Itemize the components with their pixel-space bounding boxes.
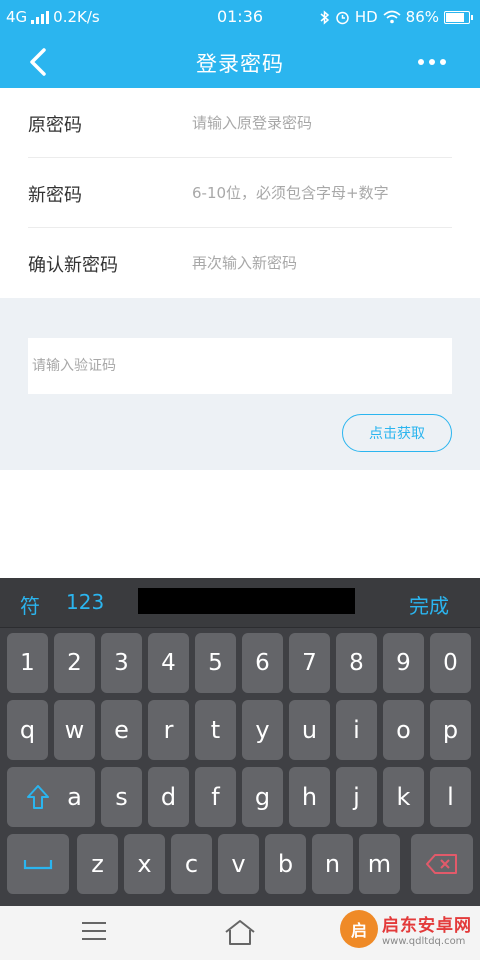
key-2[interactable]: 2	[54, 633, 95, 693]
key-j[interactable]: j	[336, 767, 377, 827]
watermark-text: 启东安卓网 www.qdltdq.com	[382, 911, 472, 947]
backspace-key[interactable]	[411, 834, 473, 894]
key-v[interactable]: v	[218, 834, 259, 894]
key-6[interactable]: 6	[242, 633, 283, 693]
keyboard-toolbar: 符 123 完成	[0, 578, 480, 628]
key-l[interactable]: l	[430, 767, 471, 827]
page-title: 登录密码	[196, 52, 284, 76]
more-options-button[interactable]	[412, 50, 452, 74]
watermark-title: 启东安卓网	[382, 916, 472, 936]
soft-keyboard: 符 123 完成 1234567890qwertyuiopasdfghjklzx…	[0, 578, 480, 906]
key-p[interactable]: p	[430, 700, 471, 760]
key-g[interactable]: g	[242, 767, 283, 827]
home-button[interactable]	[222, 918, 258, 948]
key-b[interactable]: b	[265, 834, 306, 894]
key-k[interactable]: k	[383, 767, 424, 827]
key-u[interactable]: u	[289, 700, 330, 760]
old-password-input[interactable]	[192, 108, 452, 138]
new-password-row: 新密码	[28, 158, 452, 228]
home-icon	[225, 920, 255, 945]
get-code-button[interactable]: 点击获取	[342, 414, 452, 452]
more-dot-icon	[440, 59, 446, 65]
menu-button[interactable]	[82, 922, 106, 942]
numbers-button[interactable]: 123	[66, 590, 104, 614]
key-o[interactable]: o	[383, 700, 424, 760]
menu-line-icon	[82, 930, 106, 932]
verification-section: 点击获取	[0, 298, 480, 470]
key-1[interactable]: 1	[7, 633, 48, 693]
key-c[interactable]: c	[171, 834, 212, 894]
watermark: 启 启东安卓网 www.qdltdq.com	[340, 910, 472, 948]
password-form: 原密码 新密码 确认新密码	[0, 88, 480, 298]
key-4[interactable]: 4	[148, 633, 189, 693]
key-i[interactable]: i	[336, 700, 377, 760]
battery-fill	[446, 12, 464, 22]
done-button[interactable]: 完成	[409, 590, 449, 619]
bluetooth-icon	[320, 9, 329, 25]
navigation-bar: 启 启东安卓网 www.qdltdq.com	[0, 906, 480, 960]
key-3[interactable]: 3	[101, 633, 142, 693]
new-password-label: 新密码	[28, 185, 82, 206]
confirm-password-input[interactable]	[192, 248, 452, 278]
key-a[interactable]: a	[54, 767, 95, 827]
menu-line-icon	[82, 938, 106, 940]
watermark-logo: 启	[340, 910, 378, 948]
status-bar: 4G 0.2K/s 01:36 HD 86%	[0, 0, 480, 34]
new-password-input[interactable]	[192, 178, 452, 208]
key-e[interactable]: e	[101, 700, 142, 760]
old-password-label: 原密码	[28, 115, 82, 136]
network-speed: 0.2K/s	[53, 8, 100, 26]
alarm-icon	[336, 11, 349, 24]
wifi-icon	[383, 10, 401, 24]
old-password-row: 原密码	[28, 88, 452, 158]
more-dot-icon	[418, 59, 424, 65]
hd-badge: HD	[354, 8, 378, 26]
space-bar-icon	[23, 860, 53, 870]
app-header: 登录密码	[0, 34, 480, 88]
key-5[interactable]: 5	[195, 633, 236, 693]
key-9[interactable]: 9	[383, 633, 424, 693]
battery-icon	[444, 10, 473, 24]
key-8[interactable]: 8	[336, 633, 377, 693]
key-m[interactable]: m	[359, 834, 400, 894]
verification-code-input[interactable]	[28, 338, 452, 394]
confirm-password-row: 确认新密码	[28, 228, 452, 298]
status-right: HD 86%	[320, 8, 473, 26]
space-key[interactable]	[7, 834, 69, 894]
key-f[interactable]: f	[195, 767, 236, 827]
more-dot-icon	[429, 59, 435, 65]
key-q[interactable]: q	[7, 700, 48, 760]
key-t[interactable]: t	[195, 700, 236, 760]
key-7[interactable]: 7	[289, 633, 330, 693]
symbols-button[interactable]: 符	[20, 590, 40, 619]
key-0[interactable]: 0	[430, 633, 471, 693]
key-h[interactable]: h	[289, 767, 330, 827]
signal-icon	[31, 10, 50, 24]
key-d[interactable]: d	[148, 767, 189, 827]
menu-line-icon	[82, 922, 106, 924]
redacted-region	[138, 588, 355, 614]
confirm-password-label: 确认新密码	[28, 255, 118, 276]
network-type: 4G	[6, 8, 28, 26]
watermark-url: www.qdltdq.com	[382, 936, 466, 947]
key-z[interactable]: z	[77, 834, 118, 894]
key-w[interactable]: w	[54, 700, 95, 760]
key-s[interactable]: s	[101, 767, 142, 827]
backspace-icon	[426, 854, 457, 874]
battery-percent: 86%	[405, 8, 439, 26]
key-y[interactable]: y	[242, 700, 283, 760]
shift-arrow-icon	[27, 785, 49, 809]
key-x[interactable]: x	[124, 834, 165, 894]
key-r[interactable]: r	[148, 700, 189, 760]
status-left: 4G 0.2K/s	[6, 8, 100, 26]
key-n[interactable]: n	[312, 834, 353, 894]
